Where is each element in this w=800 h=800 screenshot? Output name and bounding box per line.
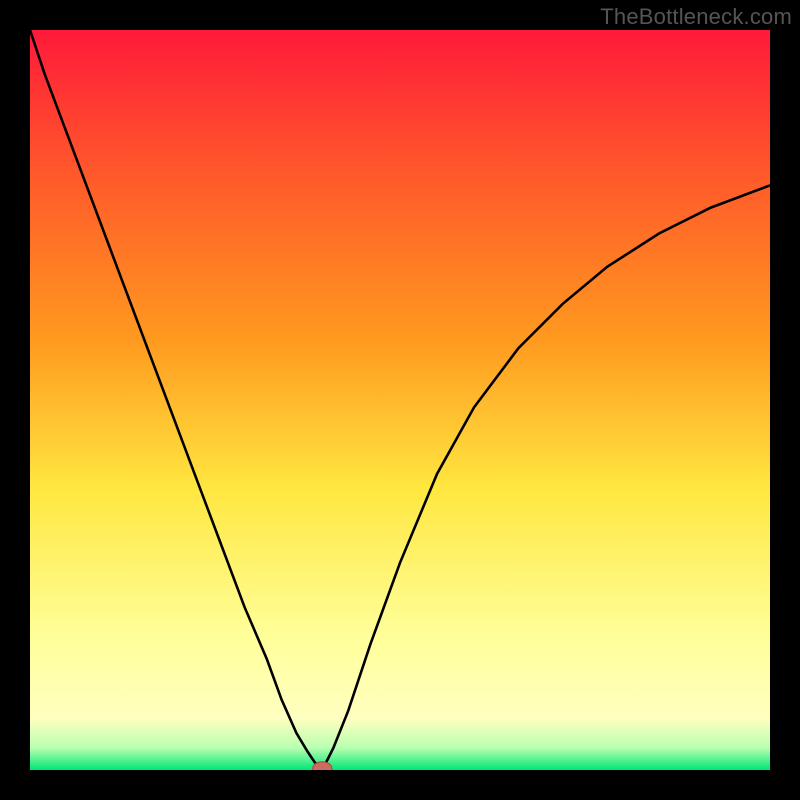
watermark-text: TheBottleneck.com	[600, 4, 792, 30]
chart-svg	[30, 30, 770, 770]
gradient-bg	[30, 30, 770, 770]
plot-area	[30, 30, 770, 770]
chart-frame: TheBottleneck.com	[0, 0, 800, 800]
